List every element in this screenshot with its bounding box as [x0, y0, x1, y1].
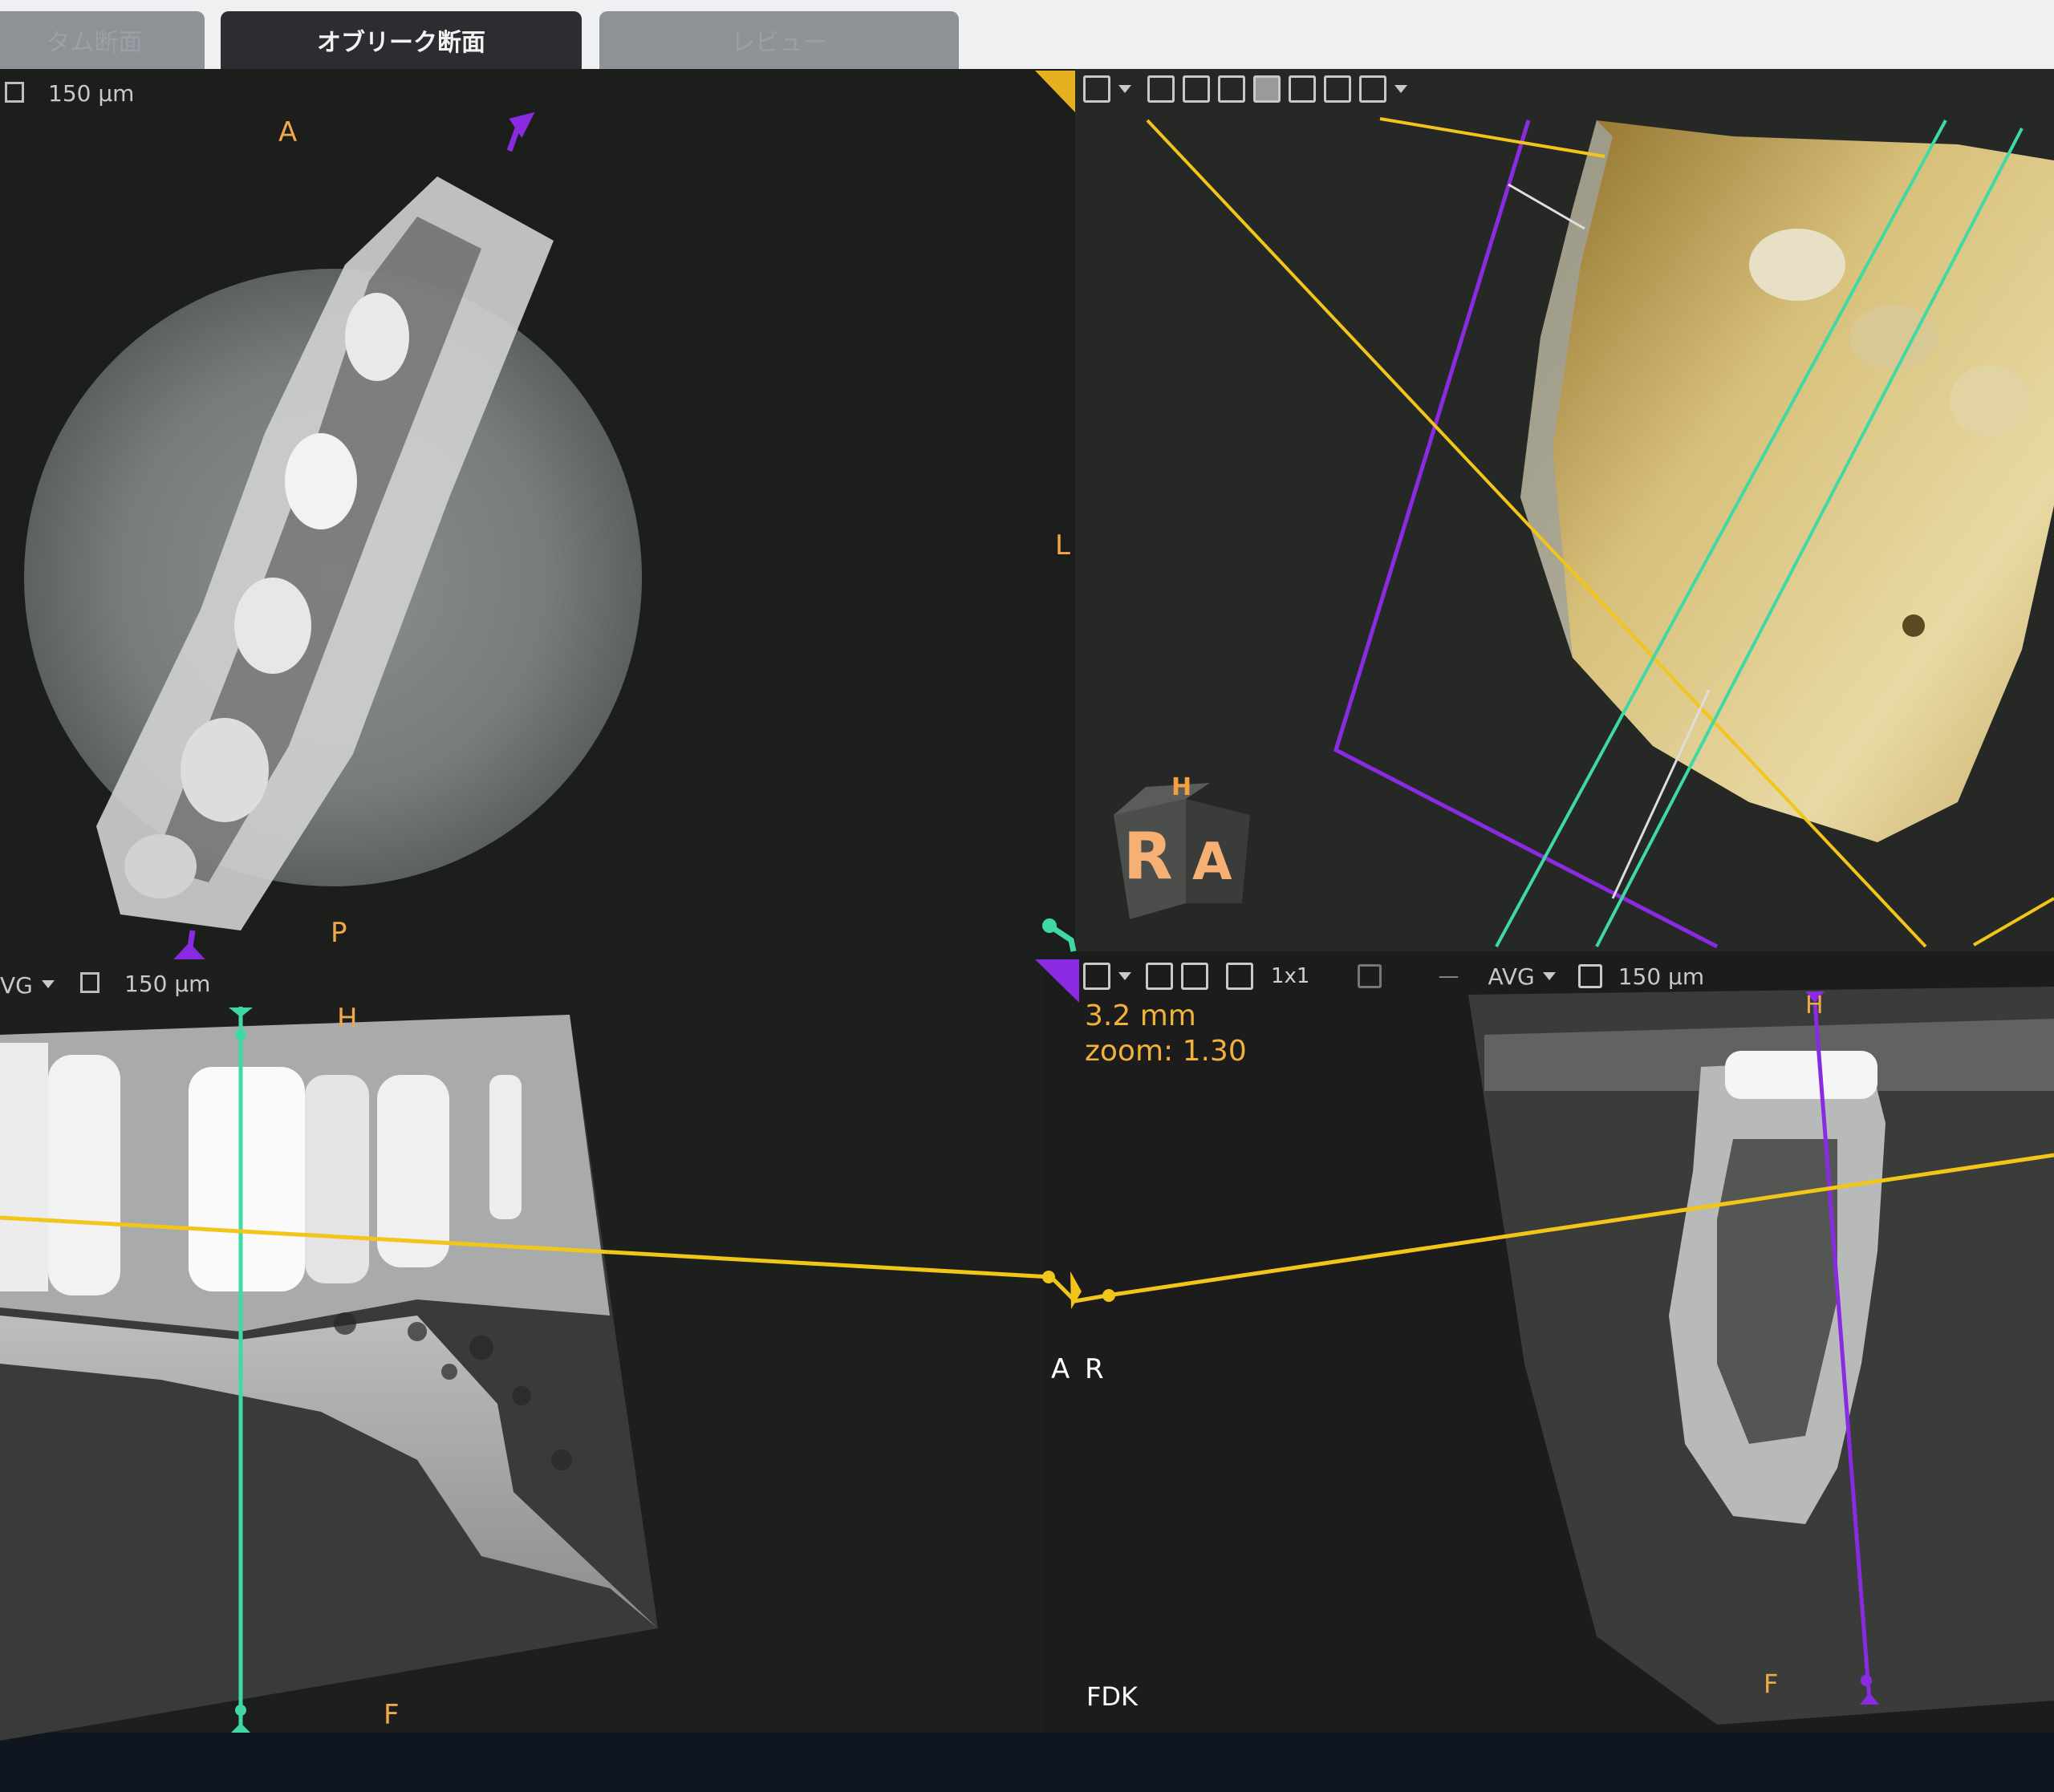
reset-view-icon[interactable] [1181, 963, 1208, 990]
cross-section-orient-top: H [1805, 991, 1824, 1020]
layout-label[interactable]: 1x1 [1271, 964, 1309, 988]
cross-section-toolbar: 1x1 — AVG 150 µm [1083, 963, 1704, 990]
cube-grid-icon[interactable] [1324, 75, 1351, 103]
orientation-cube[interactable]: R A H [1114, 773, 1250, 919]
axial-view-panel[interactable] [0, 69, 1067, 962]
chevron-down-icon[interactable] [42, 980, 55, 988]
chevron-down-icon[interactable] [1542, 972, 1556, 980]
cube-face-side: A [1192, 833, 1232, 892]
viewer-graphics [0, 69, 2054, 1741]
layer-icon[interactable] [80, 972, 99, 993]
cross-section-panel[interactable] [1043, 959, 2054, 1733]
cross-section-mode[interactable]: AVG [1488, 963, 1534, 990]
panoramic-mode[interactable]: VG [0, 972, 33, 999]
cross-section-orient-bottom: F [1764, 1668, 1779, 1699]
cube-face-front: R [1123, 819, 1173, 894]
axial-orient-right: L [1055, 529, 1070, 562]
cube-solid-icon[interactable] [1253, 75, 1281, 103]
cube-face-top: H [1171, 773, 1192, 801]
measure-distance: 3.2 mm [1085, 999, 1196, 1032]
reset-view-icon[interactable] [1183, 75, 1210, 103]
panoramic-view-panel[interactable] [0, 959, 1043, 1741]
fit-icon[interactable] [1146, 963, 1173, 990]
algorithm-label: FDK [1086, 1681, 1139, 1712]
fit-icon[interactable] [1147, 75, 1175, 103]
chevron-down-icon[interactable] [1118, 972, 1131, 980]
chevron-down-icon[interactable] [1394, 85, 1407, 93]
panoramic-orient-bottom: F [384, 1699, 400, 1731]
axial-slice-thickness: 150 µm [48, 80, 135, 107]
chevron-down-icon[interactable] [1118, 85, 1131, 93]
layer-icon[interactable] [5, 82, 24, 103]
panoramic-slice-thickness: 150 µm [124, 971, 211, 997]
layer-icon[interactable] [1577, 964, 1602, 988]
save-icon[interactable] [1083, 75, 1110, 103]
zoom-level: zoom: 1.30 [1085, 1035, 1247, 1068]
orient-label-a: A [1051, 1353, 1070, 1385]
cube-view-icon[interactable] [1218, 75, 1245, 103]
cross-section-slice-thickness: 150 µm [1618, 963, 1705, 990]
volume-toolbar [1083, 75, 1407, 103]
separator: — [1438, 964, 1459, 988]
layout-icon[interactable] [1226, 963, 1253, 990]
cube-outline-icon[interactable] [1359, 75, 1386, 103]
axial-orient-top: A [278, 116, 298, 148]
rotate-icon[interactable] [1358, 964, 1382, 988]
panoramic-orient-top: H [337, 1003, 358, 1035]
axial-orient-bottom: P [331, 917, 347, 949]
cube-split-icon[interactable] [1289, 75, 1316, 103]
orient-label-r: R [1085, 1353, 1104, 1385]
save-icon[interactable] [1083, 963, 1110, 990]
